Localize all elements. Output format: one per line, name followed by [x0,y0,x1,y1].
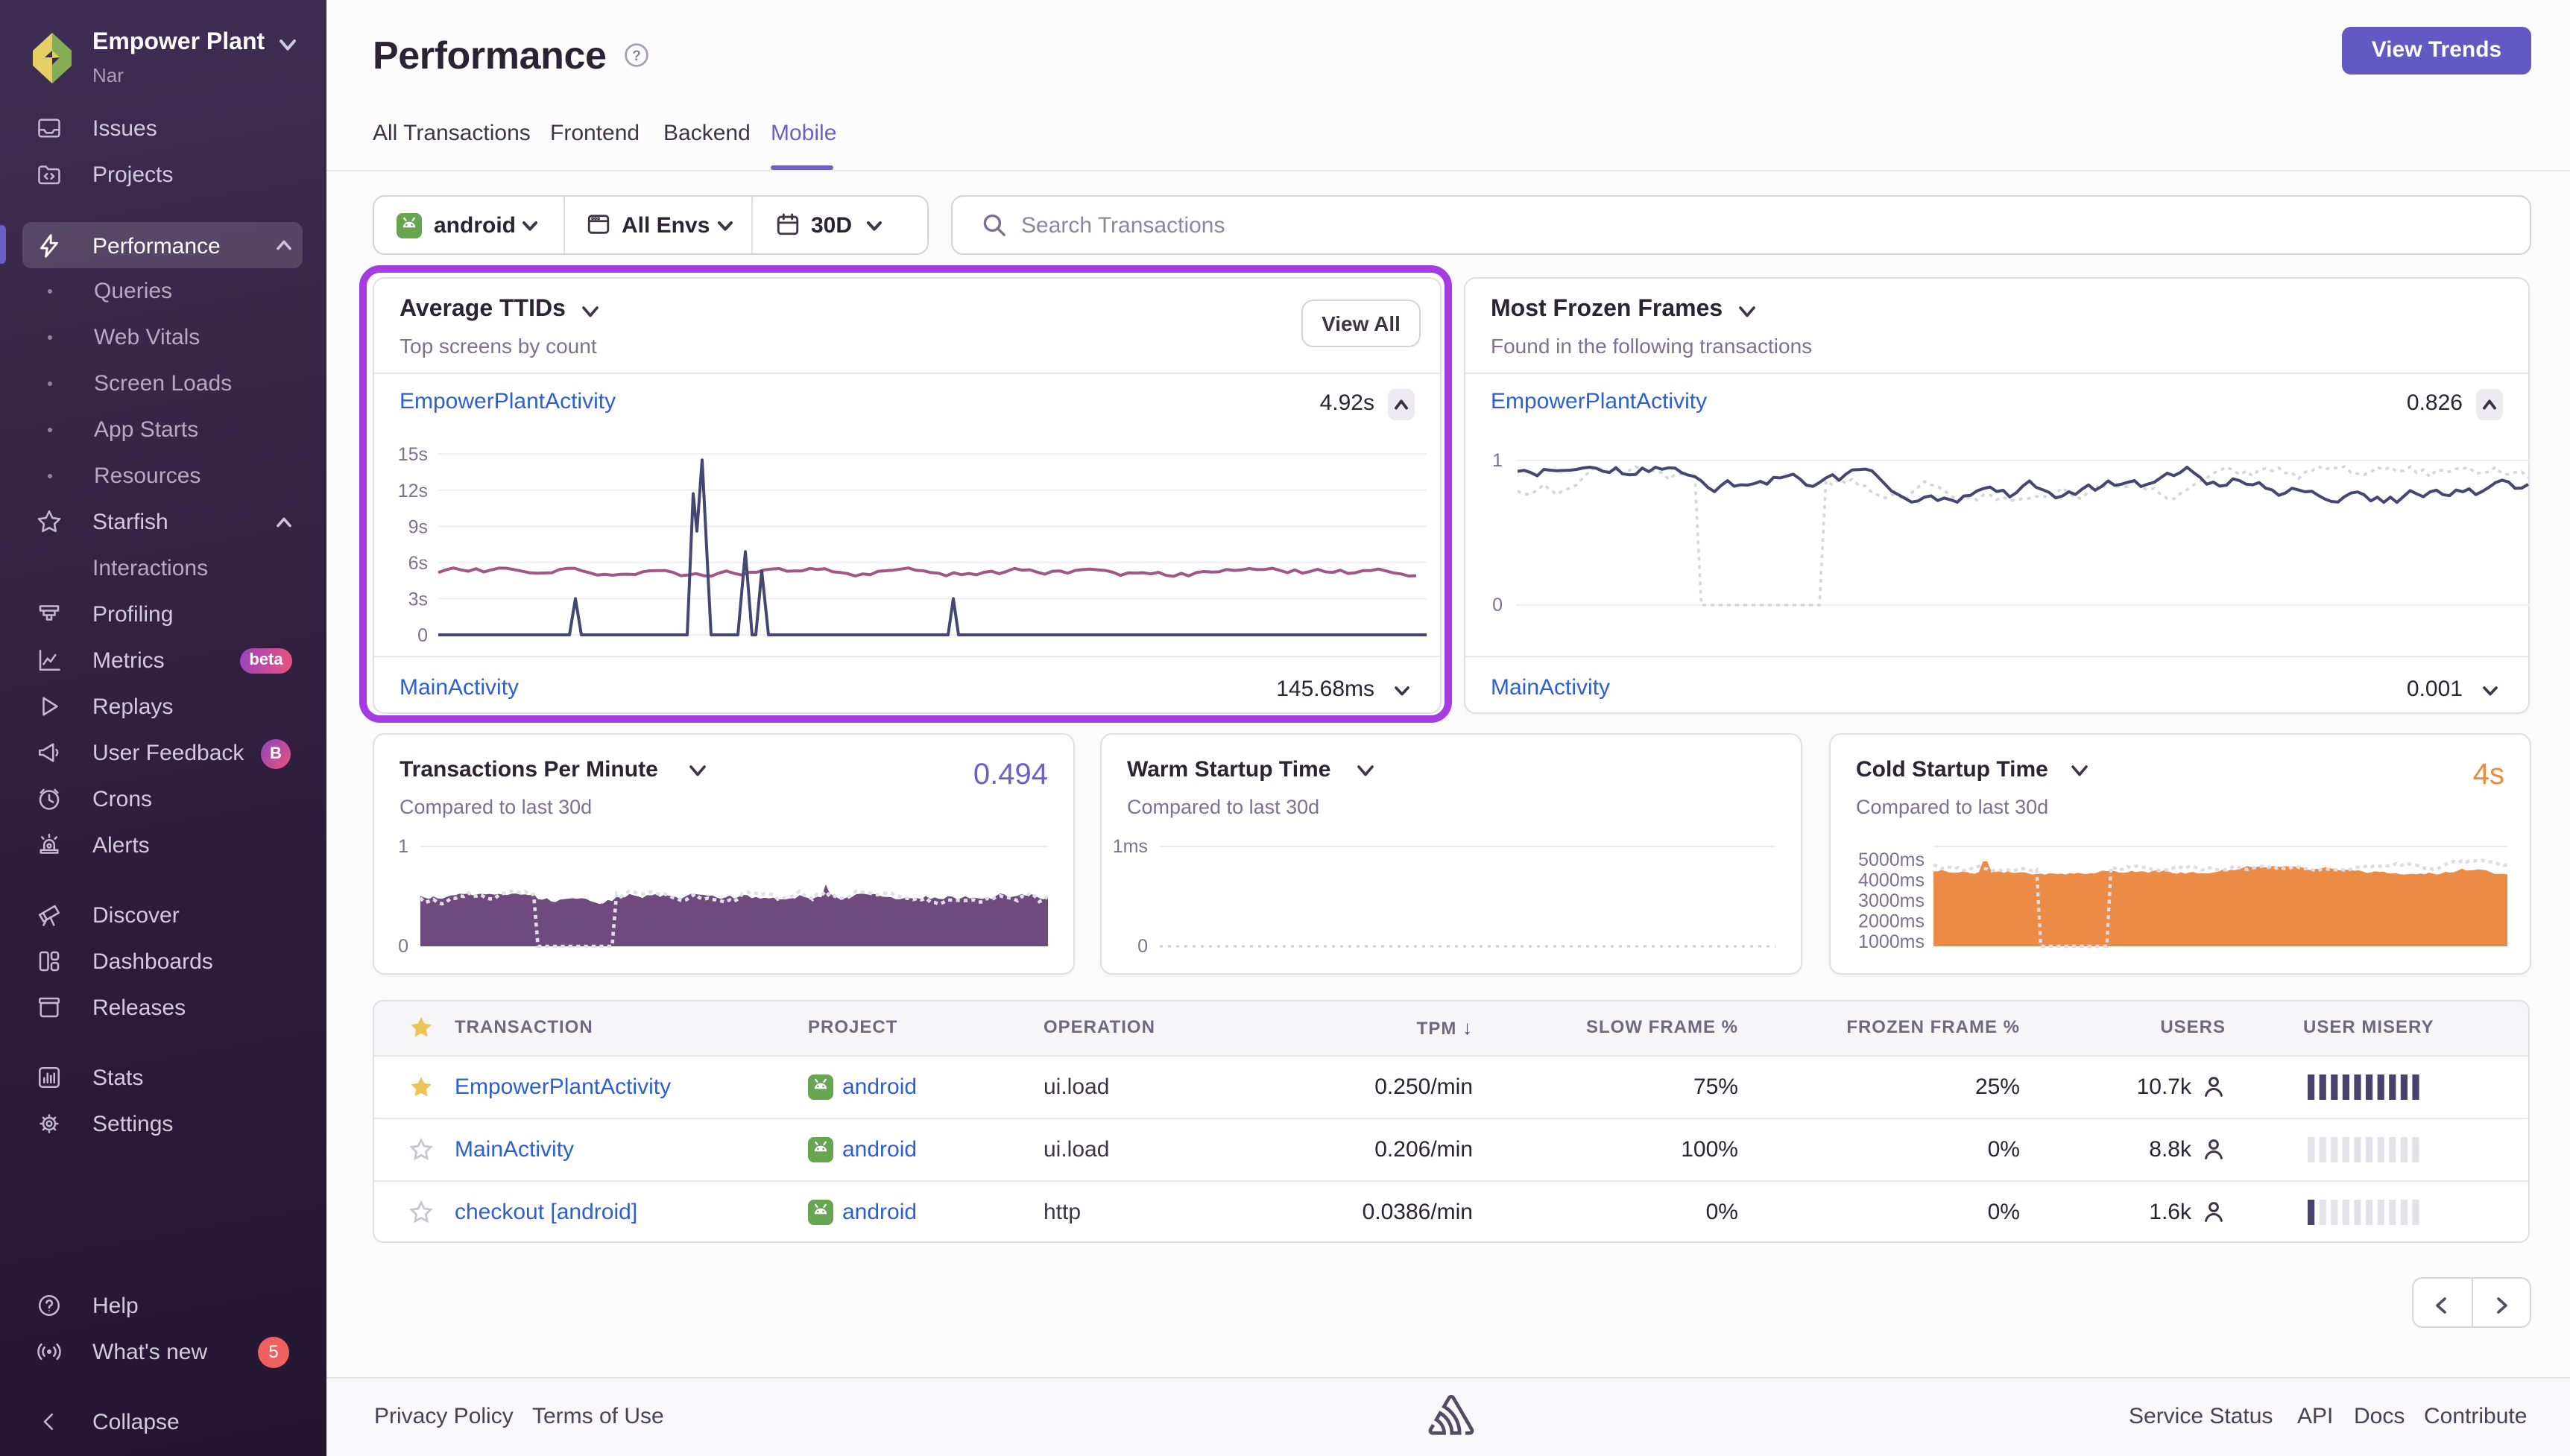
svg-text:1: 1 [398,836,408,857]
svg-text:6s: 6s [408,553,428,574]
svg-text:2000ms: 2000ms [1858,911,1925,931]
svg-text:3s: 3s [408,589,428,610]
svg-text:0: 0 [398,936,408,957]
svg-text:1000ms: 1000ms [1858,931,1925,952]
svg-text:9s: 9s [408,516,428,537]
svg-text:3000ms: 3000ms [1858,890,1925,911]
svg-text:0: 0 [417,625,428,646]
svg-text:12s: 12s [398,481,428,501]
svg-text:15s: 15s [398,444,428,465]
svg-text:1ms: 1ms [1113,836,1148,857]
svg-text:0: 0 [1137,936,1148,957]
svg-text:0: 0 [1492,595,1503,615]
svg-text:4000ms: 4000ms [1858,870,1925,891]
svg-text:?: ? [632,48,641,64]
svg-text:1: 1 [1492,450,1503,471]
svg-text:5000ms: 5000ms [1858,849,1925,870]
